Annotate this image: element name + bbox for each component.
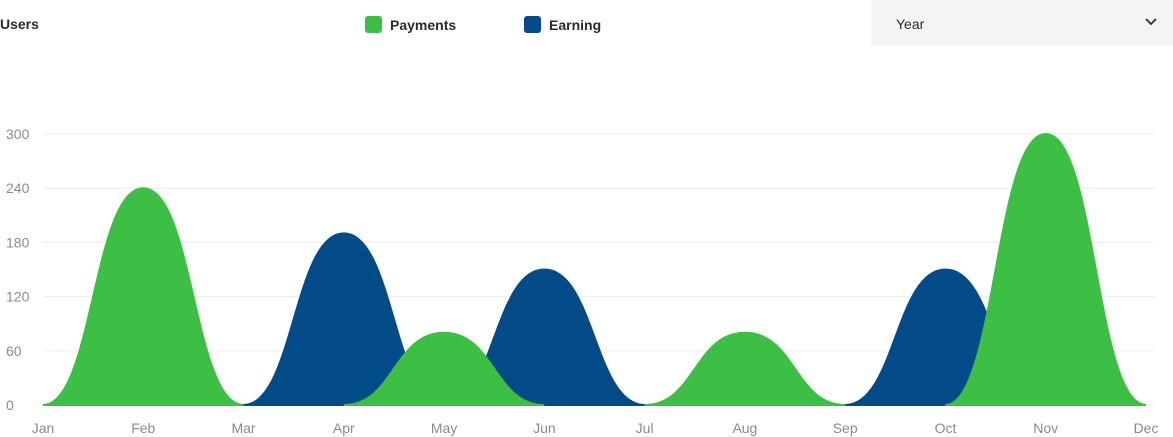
y-tick-label: 180 bbox=[6, 234, 30, 250]
y-tick-label: 120 bbox=[6, 289, 30, 305]
x-tick-label: Mar bbox=[231, 420, 255, 436]
x-tick-label: Jul bbox=[636, 420, 654, 436]
x-tick-label: Oct bbox=[935, 420, 957, 436]
x-tick-label: Jan bbox=[32, 420, 55, 436]
y-tick-label: 60 bbox=[6, 343, 22, 359]
y-tick-label: 0 bbox=[6, 397, 14, 413]
payments-area-aug[interactable] bbox=[644, 331, 846, 406]
x-tick-label: Nov bbox=[1033, 420, 1058, 436]
x-tick-label: Dec bbox=[1134, 420, 1159, 436]
x-tick-label: Sep bbox=[833, 420, 858, 436]
y-tick-label: 240 bbox=[6, 180, 30, 196]
x-tick-label: Aug bbox=[732, 420, 757, 436]
x-tick-label: May bbox=[431, 420, 457, 436]
payments-area-nov[interactable] bbox=[945, 132, 1147, 406]
y-tick-label: 300 bbox=[6, 126, 30, 142]
area-chart: 0 60 120 180 240 300 Jan Feb Mar Apr May Jun Jul Aug S… bbox=[6, 126, 1159, 436]
x-tick-label: Feb bbox=[131, 420, 155, 436]
x-tick-label: Apr bbox=[333, 420, 355, 436]
x-tick-label: Jun bbox=[533, 420, 556, 436]
